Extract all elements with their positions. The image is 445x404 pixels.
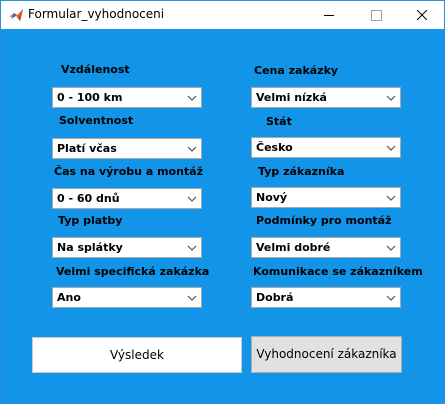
chevron-down-icon: [187, 146, 197, 152]
select-value: Na splátky: [57, 241, 123, 254]
label-typ-platby: Typ platby: [58, 214, 123, 227]
label-vzdalenost: Vzdálenost: [61, 63, 130, 76]
label-podminky-montaz: Podmínky pro montáž: [256, 214, 392, 227]
maximize-icon[interactable]: [353, 1, 399, 29]
matlab-icon: [9, 9, 23, 21]
label-cas-vyroby: Čas na výrobu a montáž: [54, 165, 203, 178]
minimize-icon[interactable]: [306, 1, 352, 29]
result-button[interactable]: Výsledek: [32, 337, 242, 373]
select-value: Ano: [57, 291, 81, 304]
title-bar[interactable]: Formular_vyhodnoceni: [1, 1, 444, 29]
select-vzdalenost[interactable]: 0 - 100 km: [52, 87, 202, 108]
select-specificka-zakazka[interactable]: Ano: [52, 287, 202, 308]
label-cena-zakazky: Cena zakázky: [254, 64, 339, 77]
select-value: Velmi nízká: [256, 91, 327, 104]
evaluate-customer-button[interactable]: Vyhodnocení zákazníka: [251, 336, 402, 373]
chevron-down-icon: [386, 145, 396, 151]
select-value: 0 - 100 km: [57, 91, 123, 104]
label-solventnost: Solventnost: [59, 114, 134, 127]
label-specificka-zakazka: Velmi specifická zakázka: [56, 265, 210, 278]
form-panel: Vzdálenost 0 - 100 km Solventnost Platí …: [1, 29, 444, 403]
close-icon[interactable]: [399, 1, 445, 29]
select-stat[interactable]: Česko: [251, 137, 401, 158]
select-cas-vyroby[interactable]: 0 - 60 dnů: [52, 188, 202, 209]
select-value: Česko: [256, 141, 293, 154]
chevron-down-icon: [386, 95, 396, 101]
select-komunikace[interactable]: Dobrá: [251, 287, 401, 308]
select-cena-zakazky[interactable]: Velmi nízká: [251, 87, 401, 108]
chevron-down-icon: [187, 196, 197, 202]
select-typ-platby[interactable]: Na splátky: [52, 237, 202, 258]
select-value: Dobrá: [256, 291, 294, 304]
select-value: Platí včas: [57, 142, 117, 155]
window-title: Formular_vyhodnoceni: [28, 7, 165, 21]
select-typ-zakaznika[interactable]: Nový: [251, 187, 401, 208]
select-value: Velmi dobré: [256, 241, 331, 254]
label-typ-zakaznika: Typ zákazníka: [258, 165, 345, 178]
chevron-down-icon: [187, 95, 197, 101]
chevron-down-icon: [386, 295, 396, 301]
select-value: 0 - 60 dnů: [57, 192, 120, 205]
select-value: Nový: [256, 191, 288, 204]
label-stat: Stát: [266, 115, 292, 128]
label-komunikace: Komunikace se zákazníkem: [253, 265, 423, 278]
chevron-down-icon: [187, 295, 197, 301]
select-solventnost[interactable]: Platí včas: [52, 138, 202, 159]
app-window: Formular_vyhodnoceni Vzdálenost 0 - 100 …: [0, 0, 445, 404]
select-podminky-montaz[interactable]: Velmi dobré: [251, 237, 401, 258]
chevron-down-icon: [187, 245, 197, 251]
chevron-down-icon: [386, 195, 396, 201]
chevron-down-icon: [386, 245, 396, 251]
